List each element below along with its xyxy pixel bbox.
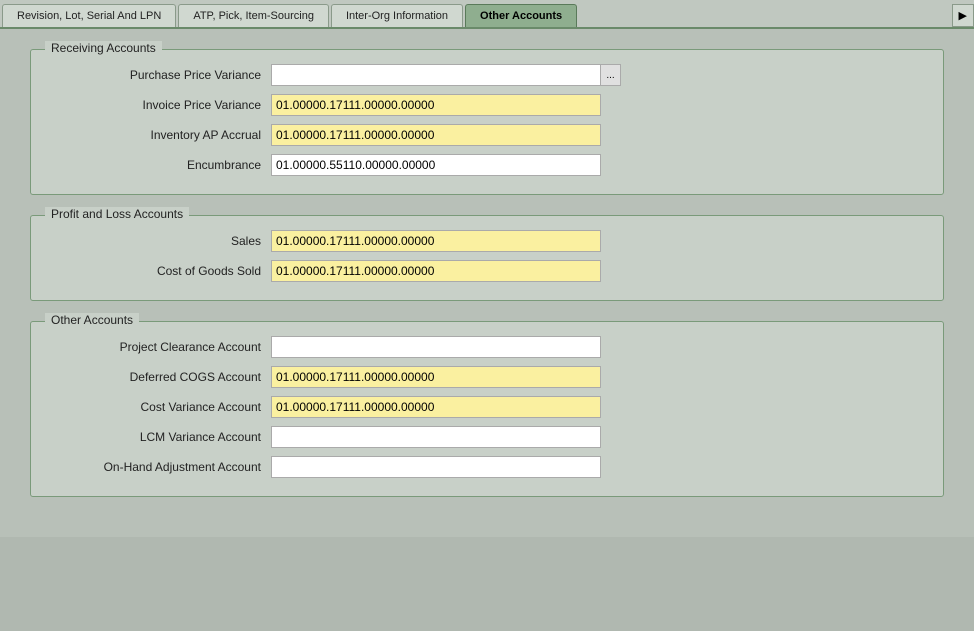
field-label: Cost Variance Account bbox=[51, 400, 271, 414]
form-row: Encumbrance bbox=[51, 154, 923, 176]
field-label: On-Hand Adjustment Account bbox=[51, 460, 271, 474]
field-input-deferred-cogs-account[interactable] bbox=[271, 366, 601, 388]
tab-revision-lot-serial-and-lpn[interactable]: Revision, Lot, Serial And LPN bbox=[2, 4, 176, 27]
field-input-project-clearance-account[interactable] bbox=[271, 336, 601, 358]
form-row: Project Clearance Account bbox=[51, 336, 923, 358]
form-row: Cost Variance Account bbox=[51, 396, 923, 418]
field-label: Invoice Price Variance bbox=[51, 98, 271, 112]
tab-scroll-button[interactable]: ▶ bbox=[952, 4, 974, 27]
field-wrap bbox=[271, 456, 601, 478]
field-label: Inventory AP Accrual bbox=[51, 128, 271, 142]
field-wrap bbox=[271, 366, 601, 388]
field-input-invoice-price-variance[interactable] bbox=[271, 94, 601, 116]
tab-atp-pick-item-sourcing[interactable]: ATP, Pick, Item-Sourcing bbox=[178, 4, 329, 27]
field-label: LCM Variance Account bbox=[51, 430, 271, 444]
section-other-accounts: Other AccountsProject Clearance AccountD… bbox=[30, 321, 944, 497]
field-label: Sales bbox=[51, 234, 271, 248]
field-wrap bbox=[271, 154, 601, 176]
form-row: On-Hand Adjustment Account bbox=[51, 456, 923, 478]
field-label: Deferred COGS Account bbox=[51, 370, 271, 384]
section-receiving-accounts: Receiving AccountsPurchase Price Varianc… bbox=[30, 49, 944, 195]
field-input-purchase-price-variance[interactable] bbox=[271, 64, 601, 86]
main-content: Receiving Accounts Purchase Price Varianc… bbox=[0, 29, 974, 537]
field-label: Cost of Goods Sold bbox=[51, 264, 271, 278]
field-input-encumbrance[interactable] bbox=[271, 154, 601, 176]
section-profit-and-loss-accounts: Profit and Loss AccountsSalesCost of Goo… bbox=[30, 215, 944, 301]
field-wrap bbox=[271, 230, 601, 252]
tab-bar: Revision, Lot, Serial And LPNATP, Pick, … bbox=[0, 0, 974, 29]
field-wrap bbox=[271, 94, 601, 116]
section-title: Other Accounts bbox=[45, 313, 139, 327]
form-row: Invoice Price Variance bbox=[51, 94, 923, 116]
field-input-cost-of-goods-sold[interactable] bbox=[271, 260, 601, 282]
form-row: Cost of Goods Sold bbox=[51, 260, 923, 282]
form-row: Inventory AP Accrual bbox=[51, 124, 923, 146]
field-label: Purchase Price Variance bbox=[51, 68, 271, 82]
field-label: Encumbrance bbox=[51, 158, 271, 172]
field-input-inventory-ap-accrual[interactable] bbox=[271, 124, 601, 146]
form-row: LCM Variance Account bbox=[51, 426, 923, 448]
field-input-lcm-variance-account[interactable] bbox=[271, 426, 601, 448]
field-wrap bbox=[271, 336, 601, 358]
field-input-cost-variance-account[interactable] bbox=[271, 396, 601, 418]
field-wrap: ... bbox=[271, 64, 621, 86]
tab-other-accounts[interactable]: Other Accounts bbox=[465, 4, 577, 27]
browse-button[interactable]: ... bbox=[601, 64, 621, 86]
form-row: Purchase Price Variance... bbox=[51, 64, 923, 86]
field-wrap bbox=[271, 426, 601, 448]
field-wrap bbox=[271, 396, 601, 418]
field-input-on-hand-adjustment-account[interactable] bbox=[271, 456, 601, 478]
section-title: Receiving Accounts bbox=[45, 41, 162, 55]
tab-inter-org-information[interactable]: Inter-Org Information bbox=[331, 4, 463, 27]
field-wrap bbox=[271, 260, 601, 282]
section-title: Profit and Loss Accounts bbox=[45, 207, 189, 221]
field-label: Project Clearance Account bbox=[51, 340, 271, 354]
field-input-sales[interactable] bbox=[271, 230, 601, 252]
form-row: Sales bbox=[51, 230, 923, 252]
form-row: Deferred COGS Account bbox=[51, 366, 923, 388]
field-wrap bbox=[271, 124, 601, 146]
